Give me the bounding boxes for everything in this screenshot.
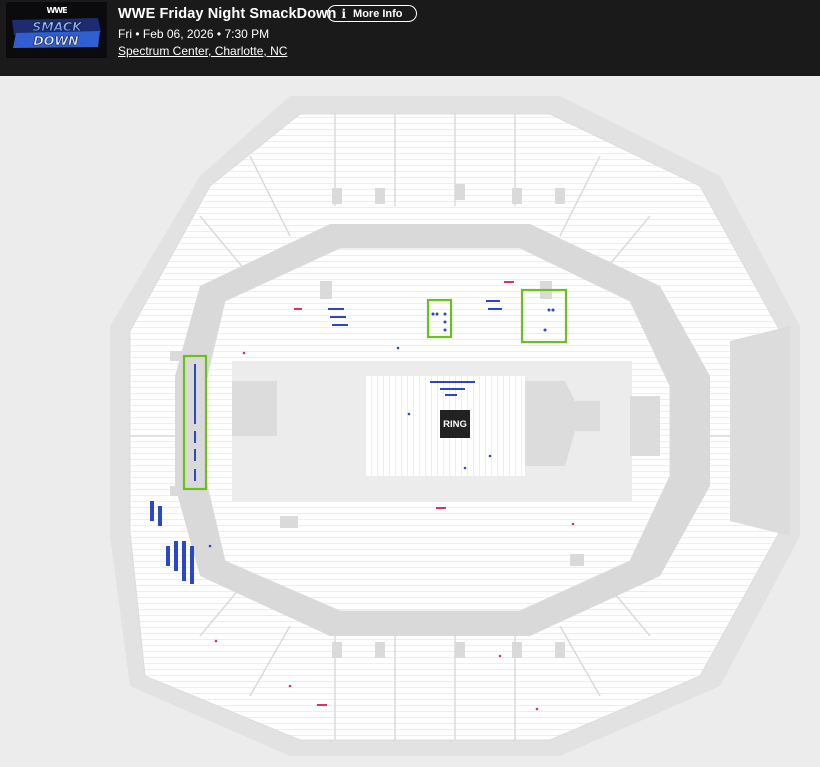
smackdown-wordmark: SMACK DOWN (12, 18, 101, 48)
info-icon: i (341, 6, 347, 21)
event-date-time: Fri • Feb 06, 2026 • 7:30 PM (118, 27, 270, 41)
more-info-button[interactable]: i More Info (327, 5, 417, 22)
svg-text:SMACK: SMACK (32, 19, 83, 34)
venue-link[interactable]: Spectrum Center, Charlotte, NC (118, 44, 287, 58)
floor-left-block (232, 381, 277, 436)
end-stage-block (730, 326, 790, 536)
smackdown-logo: WWE SMACK DOWN (6, 2, 107, 58)
more-info-label: More Info (353, 7, 403, 20)
floor-right-block (630, 396, 660, 456)
seating-map[interactable]: RING (0, 76, 820, 767)
svg-text:DOWN: DOWN (33, 33, 79, 48)
wwe-logo-mark: WWE (46, 6, 67, 15)
event-header: WWE SMACK DOWN WWE Friday Night SmackDow… (0, 0, 820, 76)
ring-label: RING (443, 419, 467, 430)
event-title: WWE Friday Night SmackDown (118, 6, 337, 22)
